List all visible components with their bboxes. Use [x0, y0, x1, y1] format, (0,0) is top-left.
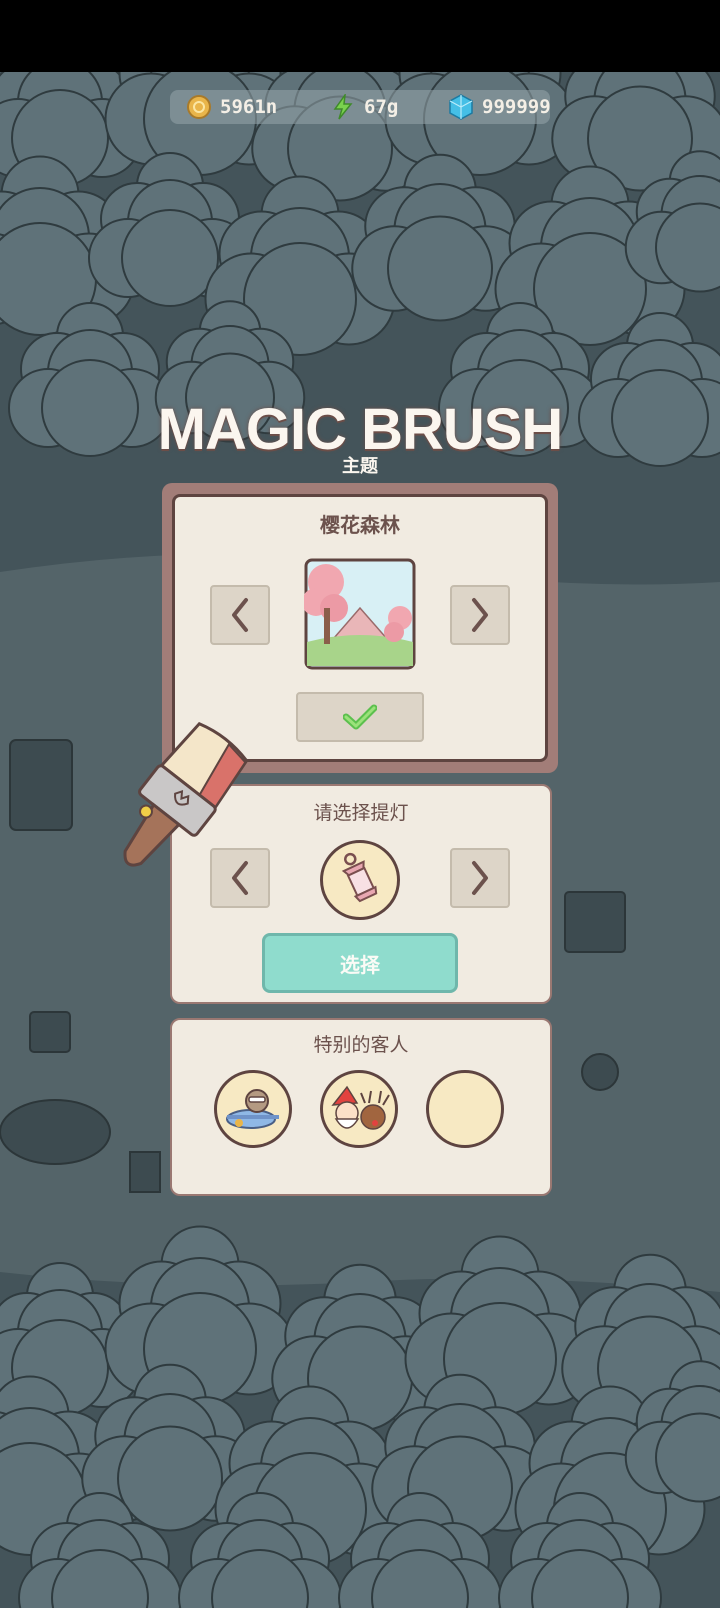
guest-slot-empty[interactable]	[426, 1070, 504, 1148]
chevron-right-icon	[472, 861, 488, 895]
lantern-next-button[interactable]	[450, 848, 510, 908]
guest-slot-santa-reindeer[interactable]	[320, 1070, 398, 1148]
gem-value: 999999	[482, 96, 551, 118]
select-lantern-button[interactable]: 选择	[262, 933, 458, 993]
santa-reindeer-icon	[331, 1085, 390, 1130]
status-bar	[0, 0, 720, 72]
theme-preview-image[interactable]	[302, 558, 416, 670]
energy-counter: 67g	[330, 90, 398, 124]
chevron-right-icon	[472, 598, 488, 632]
lightning-icon	[330, 94, 356, 120]
theme-next-button[interactable]	[450, 585, 510, 645]
coin-value: 5961n	[220, 96, 278, 118]
paintbrush-icon	[80, 720, 260, 904]
lantern-preview[interactable]	[320, 840, 400, 920]
coin-icon	[186, 94, 212, 120]
theme-prev-button[interactable]	[210, 585, 270, 645]
theme-name: 樱花森林	[320, 513, 400, 537]
energy-value: 67g	[364, 96, 399, 118]
coin-counter: 5961n	[186, 90, 277, 124]
confirm-theme-button[interactable]	[296, 692, 424, 742]
lantern-icon	[341, 852, 378, 903]
pilot-dog-icon	[226, 1089, 279, 1129]
guests-heading: 特别的客人	[313, 1034, 409, 1056]
checkmark-icon	[343, 704, 377, 730]
gem-counter: 999999	[448, 90, 551, 124]
gem-icon	[448, 94, 474, 120]
chevron-left-icon	[232, 598, 248, 632]
guest-slot-pilot-dog[interactable]	[214, 1070, 292, 1148]
page-subtitle: 主题	[342, 456, 378, 477]
